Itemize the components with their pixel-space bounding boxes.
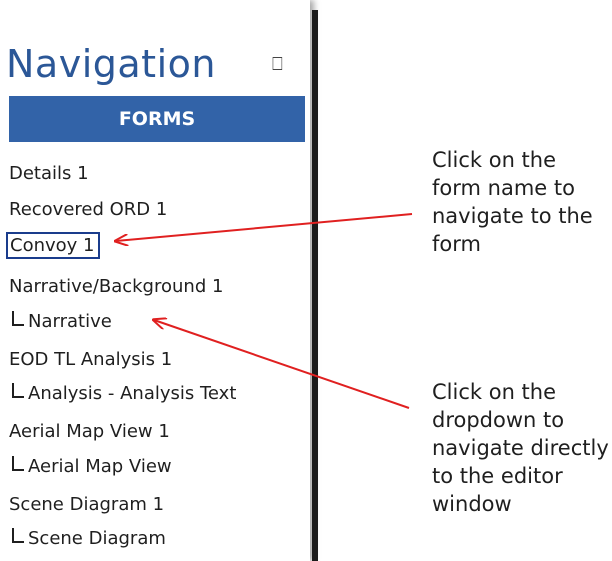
arrow-to-form-name (116, 213, 413, 241)
callout-arrows (0, 213, 413, 409)
arrow-to-dropdown (154, 320, 410, 409)
